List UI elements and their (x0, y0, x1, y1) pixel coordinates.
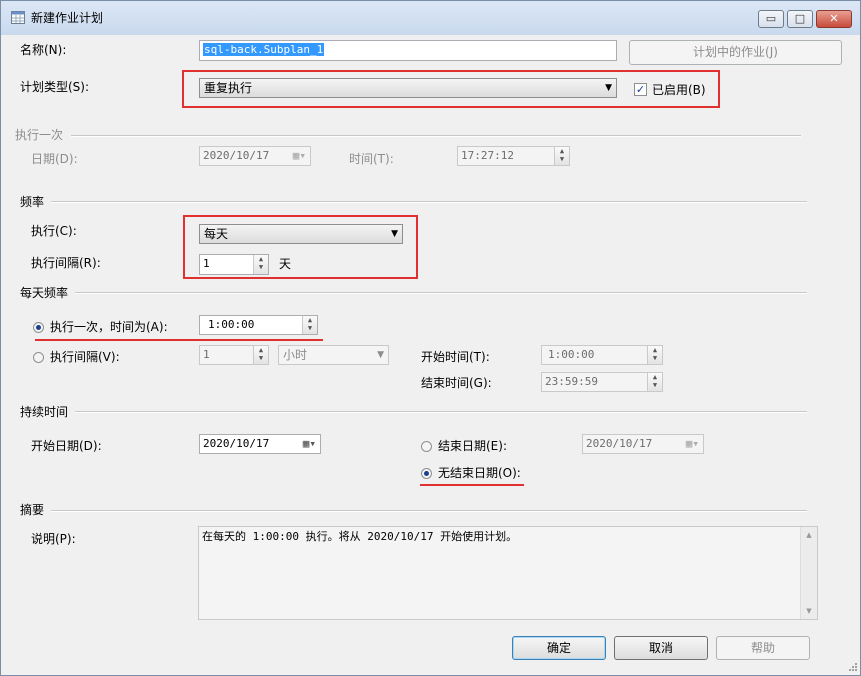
one-time-time-input[interactable]: 17:27:12 ▲ ▼ (457, 146, 570, 166)
occurs-every-label: 执行间隔(V): (50, 350, 120, 364)
maximize-button[interactable]: □ (787, 10, 813, 28)
cancel-button[interactable]: 取消 (614, 636, 708, 660)
end-date-label: 结束日期(E): (438, 439, 507, 453)
end-time-value: 23:59:59 (545, 375, 598, 388)
one-time-time-value: 17:27:12 (461, 149, 514, 162)
highlight-frequency (183, 215, 418, 279)
resize-grip-icon[interactable] (846, 660, 858, 672)
no-end-date-radio[interactable] (421, 468, 432, 479)
one-time-section: 执行一次 (15, 128, 64, 142)
dialog-window: 新建作业计划 ▭ □ ✕ 名称(N): sql-back.Subplan_1 计… (0, 0, 861, 676)
minimize-icon: ▭ (765, 12, 777, 25)
close-button[interactable]: ✕ (816, 10, 852, 28)
start-time-value: 1:00:00 (548, 348, 595, 361)
one-time-divider (71, 135, 801, 137)
spin-arrows-icon[interactable]: ▲ ▼ (302, 316, 317, 334)
name-value: sql-back.Subplan_1 (203, 43, 325, 56)
start-time-input[interactable]: 1:00:00 ▲ ▼ (541, 345, 663, 365)
maximize-icon: □ (794, 12, 806, 25)
daily-frequency-section: 每天频率 (20, 286, 69, 300)
occurs-every-unit-value: 小时 (283, 348, 308, 362)
end-date-value: 2020/10/17 (586, 437, 653, 450)
spin-arrows-icon[interactable]: ▲ ▼ (253, 346, 268, 364)
end-time-input[interactable]: 23:59:59 ▲ ▼ (541, 372, 663, 392)
occurs-once-time-input[interactable]: 1:00:00 ▲ ▼ (199, 315, 318, 335)
spin-arrows-icon[interactable]: ▲ ▼ (647, 346, 662, 364)
window-icon (11, 11, 25, 24)
summary-divider (51, 510, 807, 512)
frequency-divider (51, 201, 807, 203)
name-input[interactable]: sql-back.Subplan_1 (199, 40, 617, 61)
recurs-label: 执行间隔(R): (31, 256, 101, 270)
frequency-section: 频率 (20, 195, 45, 209)
duration-section: 持续时间 (20, 405, 69, 419)
description-textarea[interactable]: 在每天的 1:00:00 执行。将从 2020/10/17 开始使用计划。 ▲ … (198, 526, 818, 620)
start-date-value: 2020/10/17 (203, 437, 270, 450)
highlight-schedule-type (182, 70, 720, 108)
dropdown-arrow-icon: ▼ (377, 350, 384, 360)
ok-button[interactable]: 确定 (512, 636, 606, 660)
description-label: 说明(P): (31, 532, 76, 546)
end-date-radio[interactable] (421, 441, 432, 452)
calendar-icon: ▦▾ (292, 149, 306, 162)
occurs-every-unit-select[interactable]: 小时 ▼ (278, 345, 389, 365)
minimize-button[interactable]: ▭ (758, 10, 784, 28)
end-time-label: 结束时间(G): (421, 376, 492, 390)
jobs-in-schedule-button[interactable]: 计划中的作业(J) (629, 40, 842, 65)
summary-section: 摘要 (20, 503, 45, 517)
title-bar[interactable]: 新建作业计划 ▭ □ ✕ (1, 1, 860, 35)
one-time-date-label: 日期(D): (31, 152, 78, 166)
window-title: 新建作业计划 (31, 11, 104, 25)
occurs-label: 执行(C): (31, 224, 77, 238)
duration-divider (75, 411, 807, 413)
daily-frequency-divider (75, 292, 807, 294)
occurs-every-radio[interactable] (33, 352, 44, 363)
spin-arrows-icon[interactable]: ▲ ▼ (554, 147, 569, 165)
scrollbar[interactable]: ▲ ▼ (800, 527, 817, 619)
spin-arrows-icon[interactable]: ▲ ▼ (647, 373, 662, 391)
end-date-input[interactable]: 2020/10/17 ▦▾ (582, 434, 704, 454)
highlight-occurs-once (35, 339, 323, 341)
description-text: 在每天的 1:00:00 执行。将从 2020/10/17 开始使用计划。 (202, 530, 518, 543)
occurs-once-radio[interactable] (33, 322, 44, 333)
highlight-no-end-date (420, 484, 524, 486)
occurs-once-label: 执行一次，时间为(A): (50, 320, 168, 334)
start-time-label: 开始时间(T): (421, 350, 490, 364)
occurs-every-value: 1 (203, 348, 210, 361)
occurs-once-time-value: 1:00:00 (208, 318, 255, 331)
schedule-type-label: 计划类型(S): (20, 80, 90, 94)
one-time-time-label: 时间(T): (349, 152, 394, 166)
calendar-icon: ▦▾ (685, 437, 699, 450)
calendar-icon[interactable]: ▦▾ (303, 435, 316, 453)
occurs-every-input[interactable]: 1 ▲ ▼ (199, 345, 269, 365)
one-time-date-input[interactable]: 2020/10/17 ▦▾ (199, 146, 311, 166)
help-button[interactable]: 帮助 (716, 636, 810, 660)
close-icon: ✕ (829, 12, 839, 25)
one-time-date-value: 2020/10/17 (203, 149, 270, 162)
name-label: 名称(N): (20, 43, 67, 57)
start-date-label: 开始日期(D): (31, 439, 102, 453)
start-date-input[interactable]: 2020/10/17 ▦▾ (199, 434, 321, 454)
no-end-date-label: 无结束日期(O): (438, 466, 521, 480)
